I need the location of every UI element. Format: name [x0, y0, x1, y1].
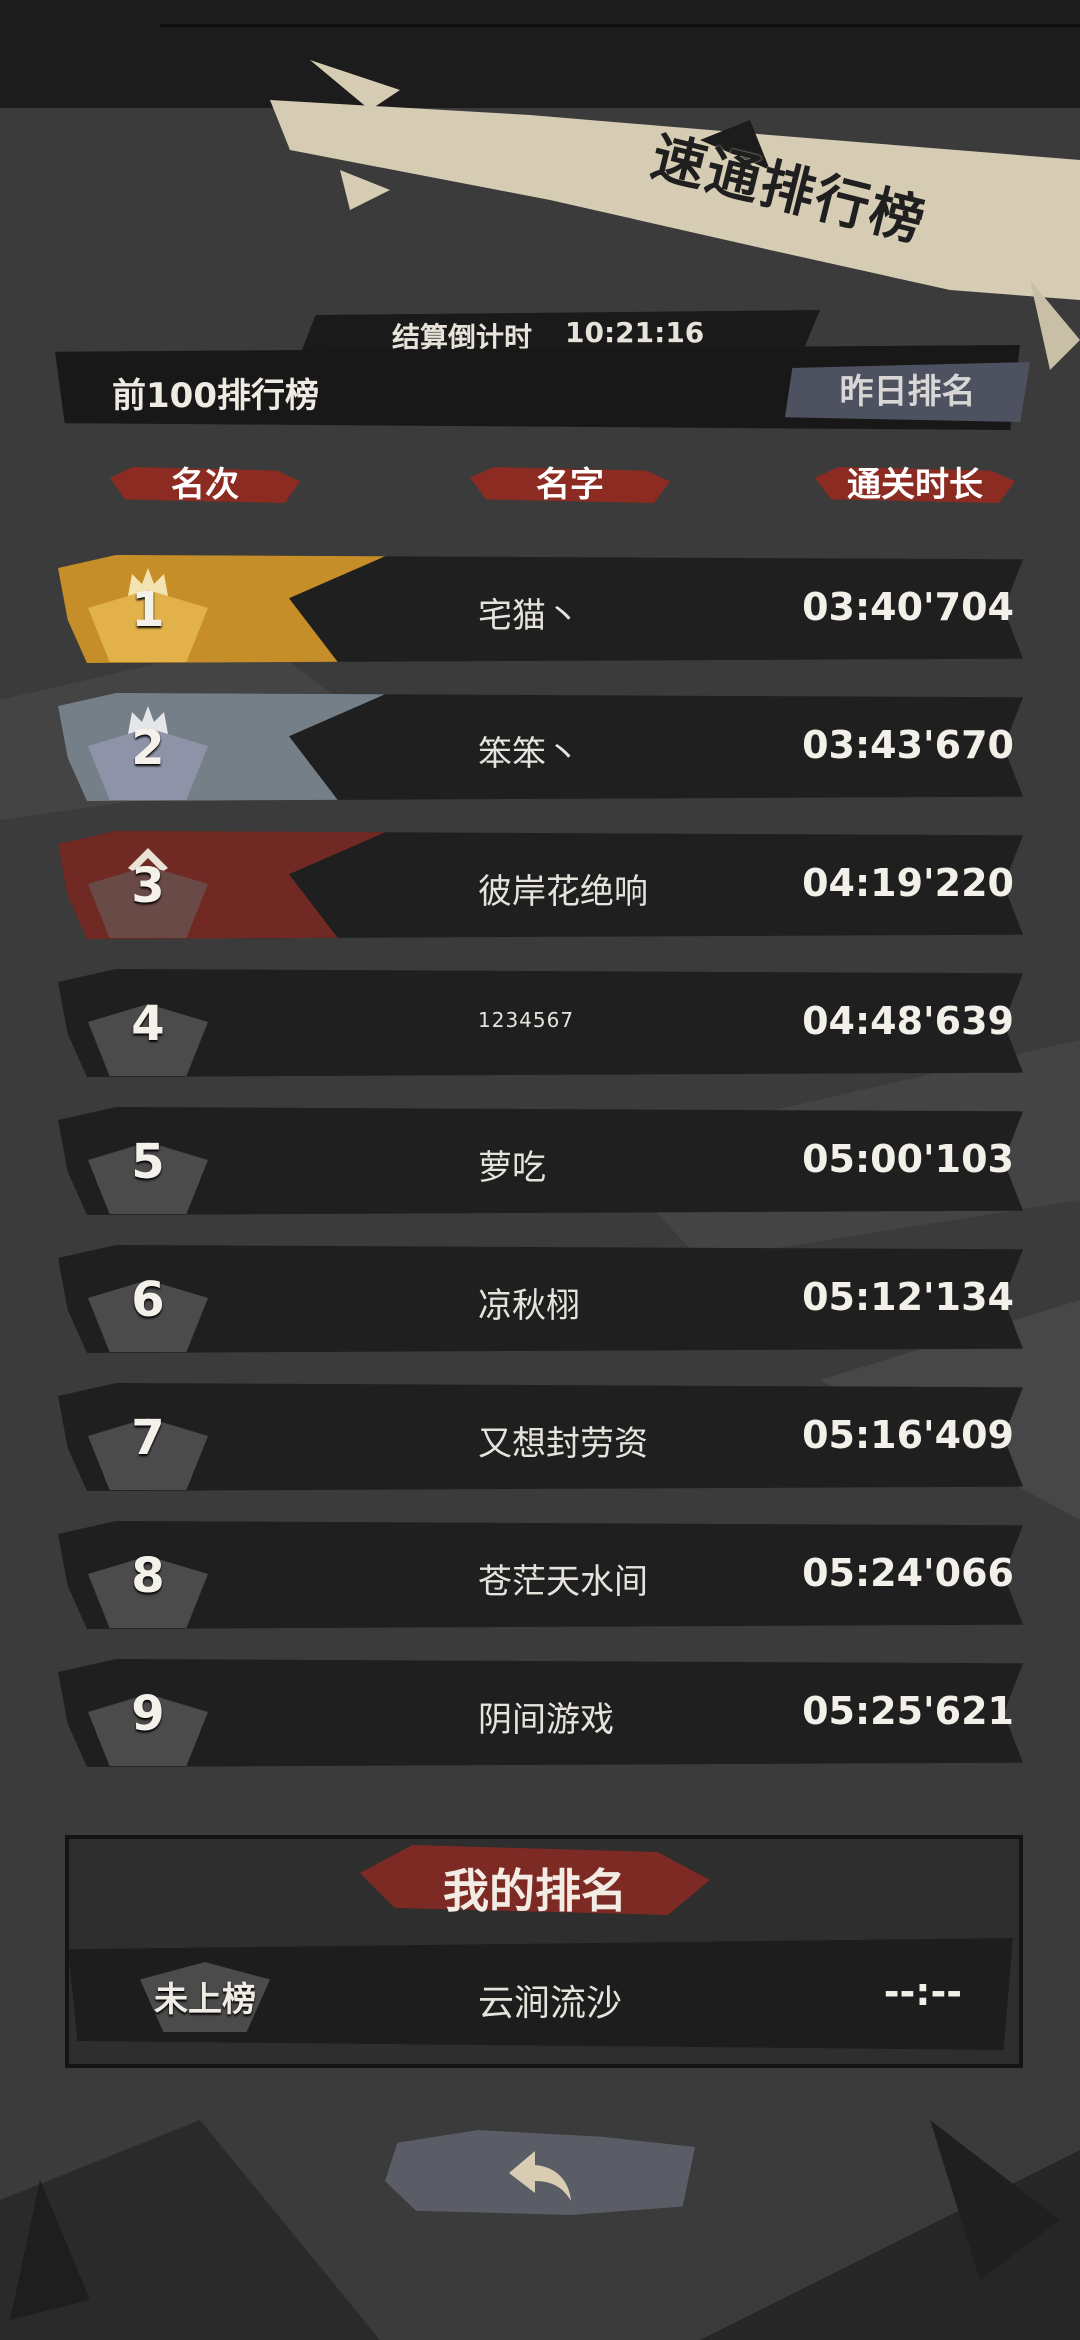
rank-number: 6	[131, 1272, 165, 1328]
clear-time: 05:16'409	[802, 1413, 1014, 1457]
column-header-name: 名字	[470, 455, 670, 515]
clear-time: 05:00'103	[802, 1137, 1014, 1181]
player-name: 萝吃	[478, 1148, 546, 1188]
my-rank-status: 未上榜	[154, 1980, 256, 2020]
column-header-time-label: 通关时长	[847, 465, 983, 505]
yesterday-ranking-button[interactable]: 昨日排名	[785, 362, 1030, 422]
player-name: 阴间游戏	[478, 1700, 614, 1740]
clear-time: 05:25'621	[802, 1689, 1014, 1733]
rank-number: 9	[131, 1686, 165, 1742]
column-header-name-label: 名字	[536, 465, 604, 505]
rank-number: 2	[131, 720, 165, 776]
countdown-value: 10:21:16	[565, 316, 705, 349]
clear-time: 03:40'704	[802, 585, 1014, 629]
rank-number: 8	[131, 1548, 165, 1604]
rank-number: 5	[131, 1134, 165, 1190]
player-name: 彼岸花绝响	[478, 872, 648, 912]
clear-time: 03:43'670	[802, 723, 1014, 767]
player-name: 1234567	[478, 1008, 575, 1032]
column-header-time: 通关时长	[815, 455, 1015, 515]
player-name: 苍茫天水间	[478, 1562, 648, 1602]
column-header-rank-label: 名次	[171, 465, 239, 505]
my-player-name: 云涧流沙	[478, 1983, 623, 2024]
clear-time: 04:19'220	[802, 861, 1014, 905]
clear-time: 04:48'639	[802, 999, 1014, 1043]
my-ranking-title: 我的排名	[443, 1864, 627, 1918]
rank-number: 4	[131, 996, 165, 1052]
rank-number: 1	[131, 582, 165, 638]
back-arrow-icon[interactable]	[505, 2145, 575, 2205]
rank-number: 7	[131, 1410, 165, 1466]
player-name: 宅猫丶	[478, 596, 580, 636]
my-clear-time: --:--	[883, 1970, 962, 2014]
top100-label: 前100排行榜	[112, 376, 319, 416]
rank-number: 3	[131, 858, 165, 914]
player-name: 凉秋栩	[478, 1286, 580, 1326]
column-header-rank: 名次	[110, 455, 300, 515]
clear-time: 05:24'066	[802, 1551, 1014, 1595]
player-name: 笨笨丶	[478, 734, 580, 774]
player-name: 又想封劳资	[478, 1424, 648, 1464]
clear-time: 05:12'134	[802, 1275, 1014, 1319]
